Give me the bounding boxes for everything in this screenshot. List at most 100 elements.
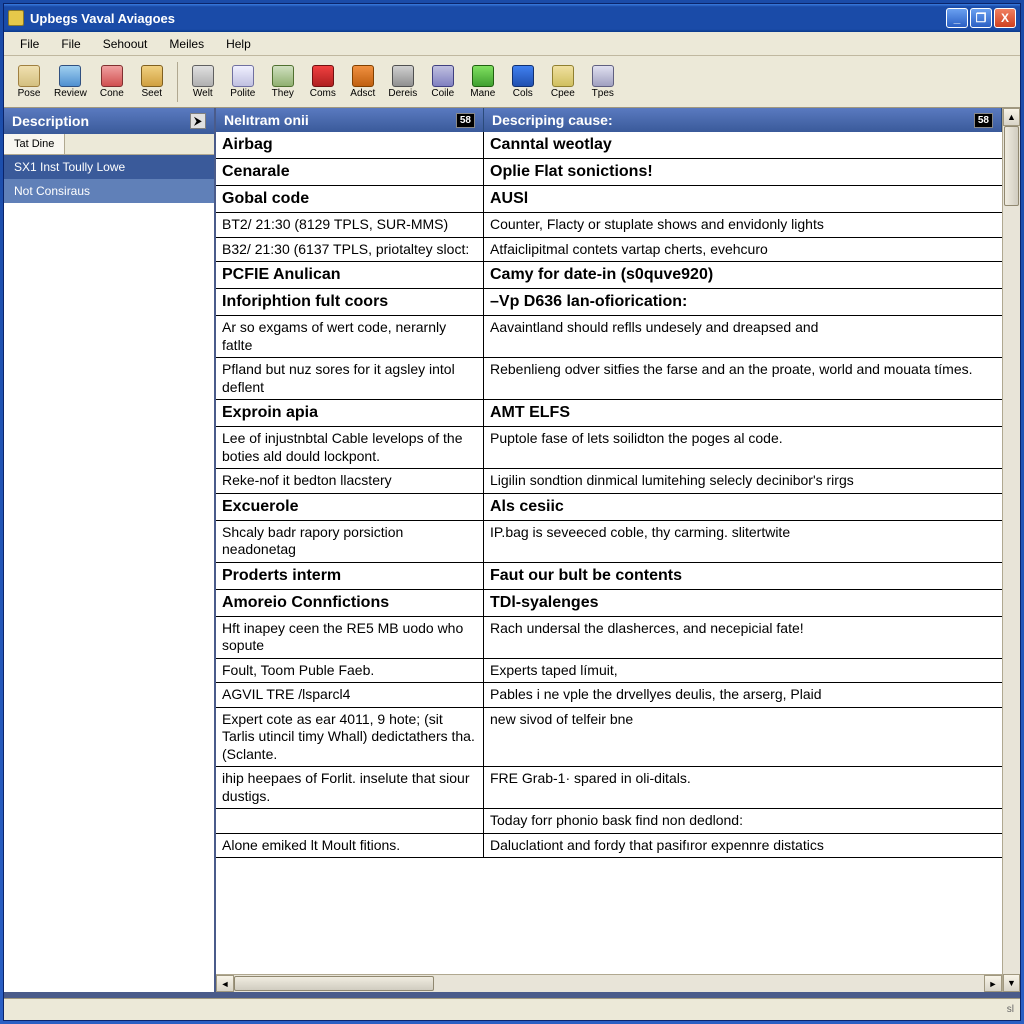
cell-left: Amoreio Connfictions xyxy=(216,590,484,616)
review-icon xyxy=(59,65,81,87)
tool-tpes[interactable]: Tpes xyxy=(584,63,622,101)
column-left-badge: 58 xyxy=(456,113,475,128)
cell-right: Aavaintland should reflls undesely and d… xyxy=(484,316,1002,357)
menu-sehoout[interactable]: Sehoout xyxy=(93,34,158,54)
column-header-right-label: Descriping cause: xyxy=(492,112,613,128)
cell-right: Camy for date-in (s0quve920) xyxy=(484,262,1002,288)
sidebar-title: Description xyxy=(12,113,89,129)
mane-icon xyxy=(472,65,494,87)
status-text: sl xyxy=(1007,1004,1014,1015)
cell-right: TDl-syalenges xyxy=(484,590,1002,616)
cell-right: Rach undersal the dlasherces, and necepi… xyxy=(484,617,1002,658)
tool-label: Adsct xyxy=(350,88,375,99)
cell-left: Expert cote as ear 4011, 9 hote; (sit Ta… xyxy=(216,708,484,767)
scroll-up-button[interactable]: ▲ xyxy=(1003,108,1020,126)
vertical-scrollbar[interactable]: ▲ ▼ xyxy=(1002,108,1020,992)
table-row: BT2/ 21:30 (8129 TPLS, SUR-MMS)Counter, … xyxy=(216,213,1002,238)
tool-mane[interactable]: Mane xyxy=(464,63,502,101)
cell-left: Reke-nof it bedton llacstery xyxy=(216,469,484,493)
menu-file[interactable]: File xyxy=(51,34,90,54)
column-header-left[interactable]: Nelıtram onii 58 xyxy=(216,108,484,132)
hscroll-track[interactable] xyxy=(234,975,984,992)
cell-right: Oplie Flat sonictions! xyxy=(484,159,1002,185)
tool-label: Welt xyxy=(193,88,213,99)
scroll-right-button[interactable]: ► xyxy=(984,975,1002,992)
table-row: Ar so exgams of wert code, nerarnly fatl… xyxy=(216,316,1002,358)
scroll-left-button[interactable]: ◄ xyxy=(216,975,234,992)
table-row: PCFIE AnulicanCamy for date-in (s0quve92… xyxy=(216,262,1002,289)
tool-coms[interactable]: Coms xyxy=(304,63,342,101)
cell-left: Foult, Toom Puble Faeb. xyxy=(216,659,484,683)
sidebar-tab[interactable]: Tat Dine xyxy=(4,134,65,154)
vscroll-thumb[interactable] xyxy=(1004,126,1019,206)
cell-left: Gobal code xyxy=(216,186,484,212)
menu-file[interactable]: File xyxy=(10,34,49,54)
tool-pose[interactable]: Pose xyxy=(10,63,48,101)
cell-right: IP.bag is seveeced coble, thy carming. s… xyxy=(484,521,1002,562)
coile-icon xyxy=(432,65,454,87)
tool-adsct[interactable]: Adsct xyxy=(344,63,382,101)
cell-left: Excuerole xyxy=(216,494,484,520)
cell-left: Proderts interm xyxy=(216,563,484,589)
sidebar-item[interactable]: SX1 Inst Toully Lowe xyxy=(4,155,214,179)
cell-left: Airbag xyxy=(216,132,484,158)
toolbar-separator xyxy=(177,62,178,102)
tool-label: Pose xyxy=(18,88,41,99)
seet-icon xyxy=(141,65,163,87)
column-header-right[interactable]: Descriping cause: 58 xyxy=(484,108,1002,132)
cell-left: B32/ 21:30 (6137 TPLS, priotaltey sloct: xyxy=(216,238,484,262)
cell-right: Faut our bult be contents xyxy=(484,563,1002,589)
scroll-down-button[interactable]: ▼ xyxy=(1003,974,1020,992)
maximize-button[interactable]: ❐ xyxy=(970,8,992,28)
menu-help[interactable]: Help xyxy=(216,34,261,54)
cone-icon xyxy=(101,65,123,87)
tpes-icon xyxy=(592,65,614,87)
tool-they[interactable]: They xyxy=(264,63,302,101)
polite-icon xyxy=(232,65,254,87)
menu-meiles[interactable]: Meiles xyxy=(159,34,214,54)
minimize-button[interactable]: _ xyxy=(946,8,968,28)
tool-label: Coms xyxy=(310,88,336,99)
cell-left: ihip heepaes of Forlit. inselute that si… xyxy=(216,767,484,808)
content-area: Description ⮞ Tat Dine SX1 Inst Toully L… xyxy=(4,108,1020,998)
tool-welt[interactable]: Welt xyxy=(184,63,222,101)
tool-label: Polite xyxy=(230,88,255,99)
collapse-icon[interactable]: ⮞ xyxy=(190,113,206,129)
cell-right: Daluclationt and fordy that pasifıror ex… xyxy=(484,834,1002,858)
tool-seet[interactable]: Seet xyxy=(133,63,171,101)
statusbar: sl xyxy=(4,998,1020,1020)
cell-left: Pfland but nuz sores for it agsley intol… xyxy=(216,358,484,399)
table-row: Foult, Toom Puble Faeb.Experts taped lím… xyxy=(216,659,1002,684)
horizontal-scrollbar[interactable]: ◄ ► xyxy=(216,974,1002,992)
tool-label: Dereis xyxy=(388,88,417,99)
table-row: Shcaly badr rapory porsiction neadonetag… xyxy=(216,521,1002,563)
cell-left: Inforiphtion fult coors xyxy=(216,289,484,315)
they-icon xyxy=(272,65,294,87)
table-row: ExcueroleAls cesiic xyxy=(216,494,1002,521)
cell-right: Today forr phonio bask find non dedlond: xyxy=(484,809,1002,833)
tool-coile[interactable]: Coile xyxy=(424,63,462,101)
sidebar: Description ⮞ Tat Dine SX1 Inst Toully L… xyxy=(4,108,216,992)
close-button[interactable]: X xyxy=(994,8,1016,28)
tool-cone[interactable]: Cone xyxy=(93,63,131,101)
tool-polite[interactable]: Polite xyxy=(224,63,262,101)
table-row: CenaraleOplie Flat sonictions! xyxy=(216,159,1002,186)
cell-left: Hft inapey ceen the RE5 MB uodo who sopu… xyxy=(216,617,484,658)
tool-cpee[interactable]: Cpee xyxy=(544,63,582,101)
cell-right: Ligilin sondtion dinmical lumitehing sel… xyxy=(484,469,1002,493)
tool-cols[interactable]: Cols xyxy=(504,63,542,101)
sidebar-item[interactable]: Not Consiraus xyxy=(4,179,214,203)
tool-dereis[interactable]: Dereis xyxy=(384,63,422,101)
cols-icon xyxy=(512,65,534,87)
window-title: Upbegs Vaval Aviagoes xyxy=(30,11,946,26)
vscroll-track[interactable] xyxy=(1003,126,1020,974)
column-right-badge: 58 xyxy=(974,113,993,128)
tool-label: Review xyxy=(54,88,87,99)
welt-icon xyxy=(192,65,214,87)
hscroll-thumb[interactable] xyxy=(234,976,434,991)
tool-review[interactable]: Review xyxy=(50,63,91,101)
cell-right: Canntal weotlay xyxy=(484,132,1002,158)
cell-left: Cenarale xyxy=(216,159,484,185)
tool-label: Seet xyxy=(142,88,163,99)
sidebar-tabs: Tat Dine xyxy=(4,134,214,155)
